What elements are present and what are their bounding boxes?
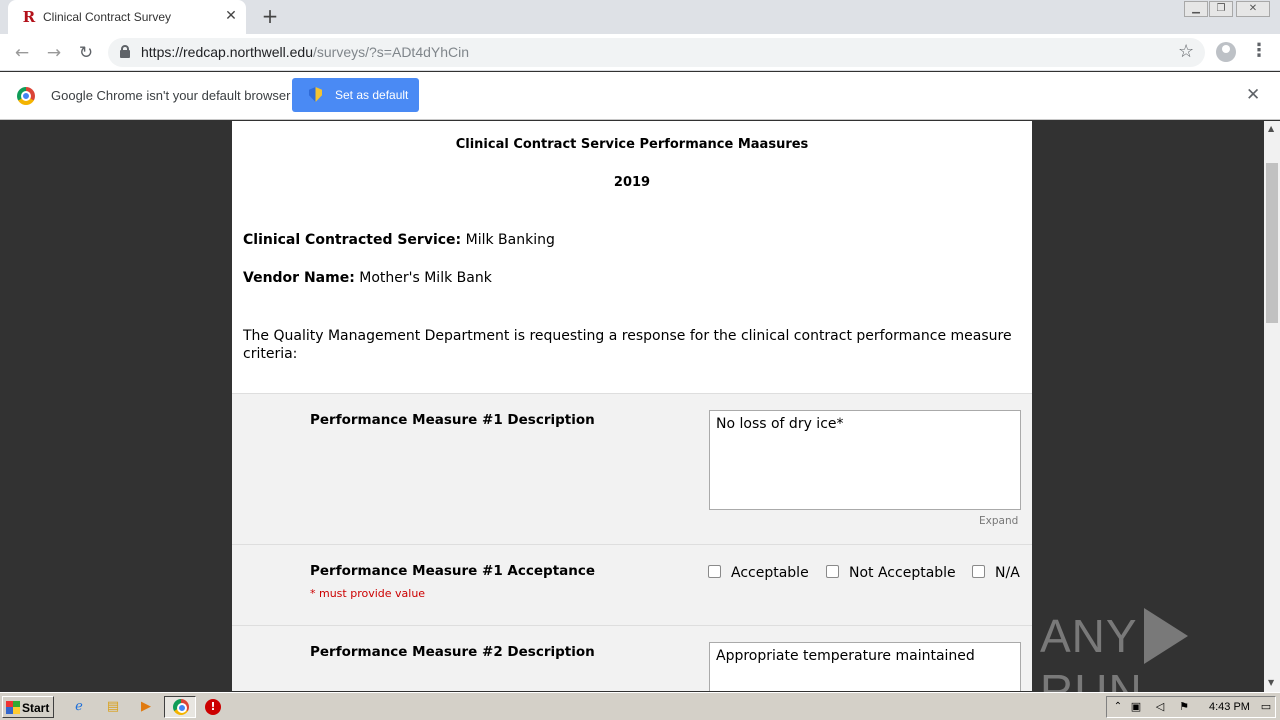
checkbox-na[interactable]	[972, 565, 985, 578]
q2-description-row: Performance Measure #2 Description Appro…	[232, 625, 1032, 691]
lock-icon	[120, 45, 130, 58]
vendor-line: Vendor Name: Mother's Milk Bank	[243, 270, 492, 286]
scrollbar-thumb[interactable]	[1266, 163, 1278, 323]
page-scrollbar[interactable]: ▲ ▼	[1264, 121, 1280, 692]
browser-toolbar: ← → ↻ https://redcap.northwell.edu/surve…	[0, 34, 1280, 71]
internet-explorer-icon[interactable]: ℯ	[70, 698, 88, 716]
window-close-button[interactable]: ✕	[1236, 1, 1270, 17]
infobar-close-icon[interactable]: ✕	[1246, 85, 1260, 105]
q1-description-field[interactable]: No loss of dry ice*	[709, 410, 1021, 510]
forward-arrow-icon[interactable]: →	[42, 41, 66, 65]
q2-description-label: Performance Measure #2 Description	[310, 644, 595, 660]
tab-close-icon[interactable]: ✕	[223, 8, 239, 24]
chrome-taskbar-icon	[173, 699, 189, 715]
required-note: * must provide value	[310, 587, 426, 600]
service-label: Clinical Contracted Service:	[243, 232, 462, 248]
uac-shield-icon	[309, 87, 322, 102]
system-tray: ⌃ ▣ ◁ ⚑ 4:43 PM ▭	[1106, 696, 1276, 718]
option-na[interactable]: N/A	[972, 565, 1020, 581]
start-button[interactable]: Start	[2, 696, 54, 718]
tab-active[interactable]: R Clinical Contract Survey ✕	[8, 0, 246, 34]
survey-container: Clinical Contract Service Performance Ma…	[232, 121, 1032, 691]
windows-taskbar: Start ℯ ▤ ▶ ! ⌃ ▣ ◁ ⚑ 4:43 PM ▭	[0, 692, 1280, 720]
media-player-icon[interactable]: ▶	[137, 698, 155, 716]
address-bar[interactable]: https://redcap.northwell.edu/surveys/?s=…	[108, 38, 1205, 67]
survey-year: 2019	[613, 175, 651, 190]
request-text: The Quality Management Department is req…	[243, 328, 1012, 362]
expand-link[interactable]: Expand	[979, 515, 1018, 527]
chrome-taskbar-button[interactable]	[164, 696, 196, 718]
network-icon[interactable]: ▣	[1127, 698, 1145, 716]
set-as-default-button[interactable]: Set as default	[292, 78, 419, 112]
menu-kebab-icon[interactable]: ⋮	[1250, 40, 1268, 61]
service-value: Milk Banking	[465, 232, 555, 248]
play-logo-icon	[1143, 608, 1188, 664]
bookmark-star-icon[interactable]: ☆	[1178, 41, 1194, 62]
windows-flag-icon	[6, 701, 20, 714]
page-viewport: Clinical Contract Service Performance Ma…	[0, 121, 1264, 691]
q2-description-field[interactable]: Appropriate temperature maintained	[709, 642, 1021, 691]
scroll-up-arrow-icon[interactable]: ▲	[1268, 124, 1274, 133]
checkbox-not-acceptable[interactable]	[826, 565, 839, 578]
profile-avatar-icon[interactable]	[1216, 42, 1236, 62]
minimize-button[interactable]: ▁	[1184, 1, 1208, 17]
new-tab-button[interactable]: +	[259, 5, 281, 27]
redcap-favicon-icon: R	[22, 8, 36, 26]
volume-icon[interactable]: ◁	[1151, 698, 1169, 716]
set-as-default-label: Set as default	[335, 88, 409, 102]
stop-icon[interactable]: !	[205, 699, 221, 715]
back-arrow-icon[interactable]: ←	[10, 41, 34, 65]
vendor-label: Vendor Name:	[243, 270, 355, 286]
q1-description-label: Performance Measure #1 Description	[310, 412, 595, 428]
survey-title: Clinical Contract Service Performance Ma…	[455, 137, 809, 152]
clock: 4:43 PM	[1209, 701, 1250, 713]
q1-description-row: Performance Measure #1 Description No lo…	[232, 393, 1032, 544]
default-browser-infobar: Google Chrome isn't your default browser…	[0, 72, 1280, 120]
service-line: Clinical Contracted Service: Milk Bankin…	[243, 232, 555, 248]
option-acceptable[interactable]: Acceptable	[708, 565, 809, 581]
infobar-message: Google Chrome isn't your default browser	[51, 88, 291, 103]
q1-acceptance-label: Performance Measure #1 Acceptance	[310, 563, 596, 579]
show-desktop-icon[interactable]: ▭	[1257, 698, 1275, 716]
tab-strip: R Clinical Contract Survey ✕ + ▁ ❐ ✕	[0, 0, 1280, 34]
q1-acceptance-row: Performance Measure #1 Acceptance * must…	[232, 544, 1032, 625]
action-center-flag-icon[interactable]: ⚑	[1175, 698, 1193, 716]
tab-title: Clinical Contract Survey	[43, 10, 172, 24]
reload-icon[interactable]: ↻	[74, 41, 98, 65]
chrome-logo-icon	[17, 87, 35, 105]
checkbox-acceptable[interactable]	[708, 565, 721, 578]
option-not-acceptable[interactable]: Not Acceptable	[826, 565, 956, 581]
url-text: https://redcap.northwell.edu/surveys/?s=…	[141, 44, 470, 60]
vendor-value: Mother's Milk Bank	[359, 270, 492, 286]
restore-button[interactable]: ❐	[1209, 1, 1233, 17]
tray-expand-icon[interactable]: ⌃	[1109, 698, 1127, 716]
folder-icon[interactable]: ▤	[104, 698, 122, 716]
